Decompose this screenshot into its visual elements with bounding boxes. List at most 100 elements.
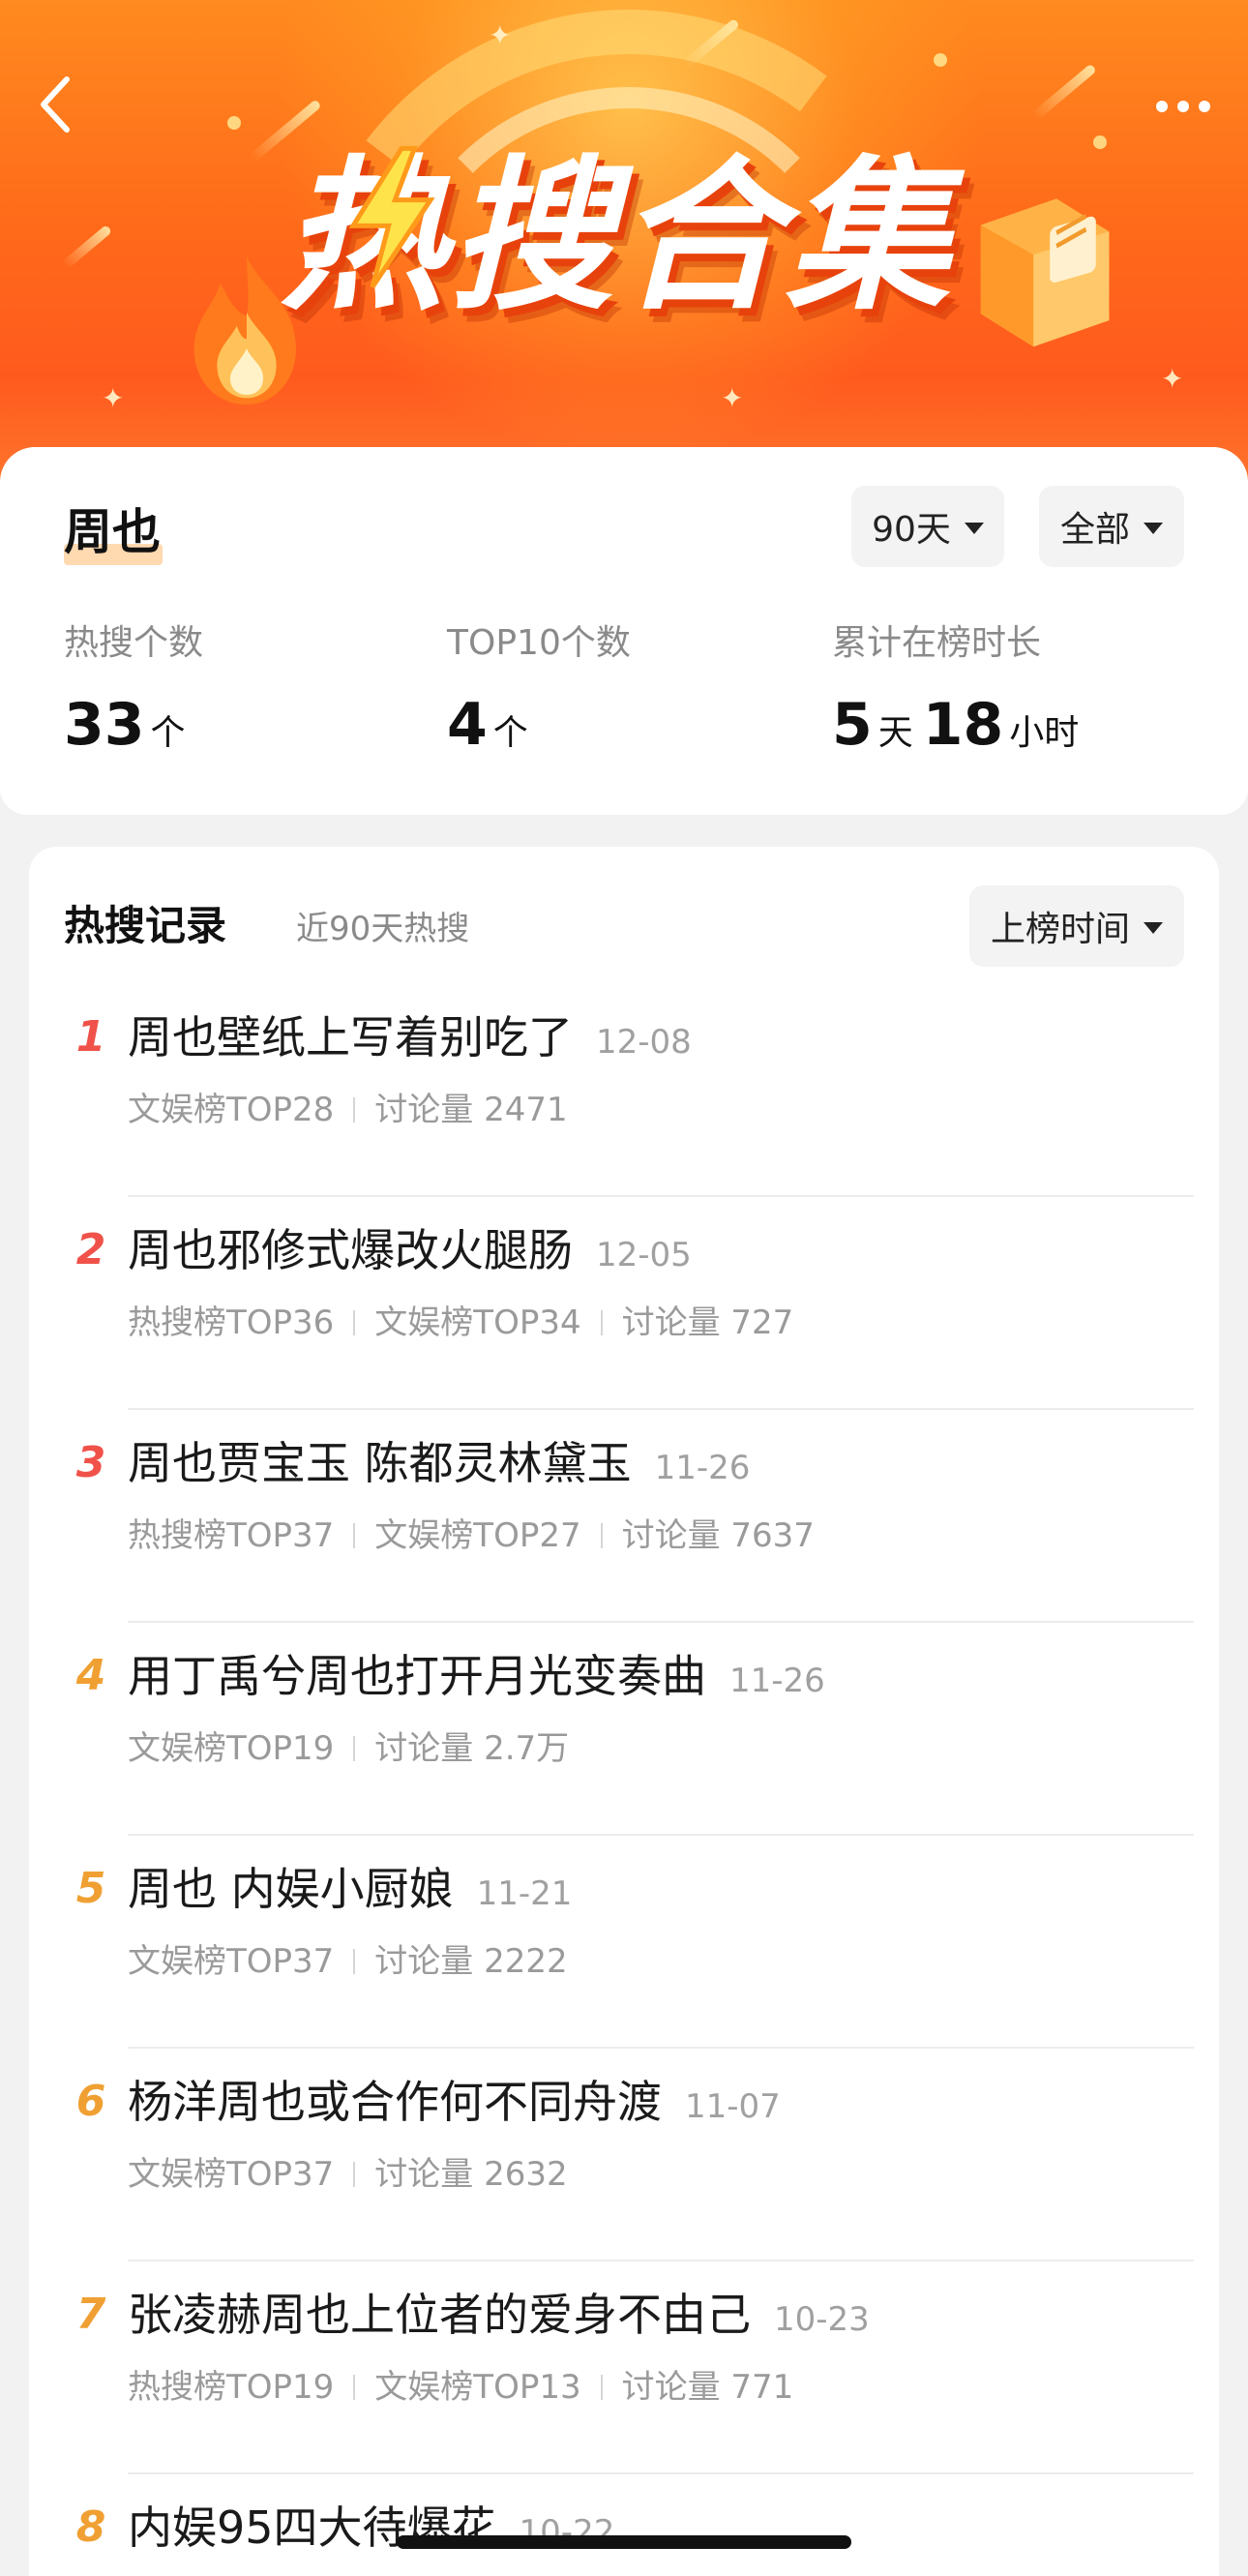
hot-search-record-item[interactable]: 2 周也邪修式爆改火腿肠 12-05 热搜榜TOP36 文娱榜TOP34 讨论量 727: [29, 1197, 1219, 1410]
caret-down-icon: [1144, 922, 1163, 934]
sort-label: 上榜时间: [990, 910, 1130, 949]
type-filter-label: 全部: [1059, 510, 1130, 550]
record-date: 11-26: [654, 1449, 751, 1487]
records-title: 热搜记录: [64, 902, 227, 949]
record-date: 11-07: [685, 2087, 781, 2126]
sparkle-icon: ✦: [489, 19, 512, 51]
meta-separator: [353, 1097, 356, 1123]
record-meta: 文娱榜TOP19 讨论量 2.7万: [128, 1724, 569, 1773]
record-title: 周也 内娱小厨娘: [128, 1863, 454, 1915]
hot-search-record-item[interactable]: 1 周也壁纸上写着别吃了 12-08 文娱榜TOP28 讨论量 2471: [29, 984, 1219, 1197]
days-filter-dropdown[interactable]: 90天: [851, 486, 1004, 567]
meta-separator: [353, 1310, 356, 1335]
stat-days-number: 5: [832, 691, 873, 759]
record-rank: 1: [75, 1012, 106, 1062]
record-tag: 讨论量 2471: [374, 1091, 568, 1129]
record-tag: 文娱榜TOP37: [128, 2155, 335, 2194]
folder-icon: [980, 198, 1110, 347]
meta-separator: [353, 1949, 356, 1974]
type-filter-dropdown[interactable]: 全部: [1039, 486, 1184, 567]
page: ✦ ✦ ✦ ✦ 热搜合集 周也 90天 全部 热搜个数 33 个 TOP10个数…: [0, 0, 1248, 2576]
stat-unit: 个: [492, 713, 528, 753]
more-dot-icon: [1199, 101, 1210, 112]
meta-separator: [353, 1736, 356, 1761]
record-date: 11-21: [476, 1874, 573, 1913]
hot-search-record-item[interactable]: 3 周也贾宝玉 陈都灵林黛玉 11-26 热搜榜TOP37 文娱榜TOP27 讨论量 76…: [29, 1410, 1219, 1623]
banner-streak: [61, 224, 113, 270]
sort-dropdown[interactable]: 上榜时间: [969, 885, 1184, 967]
sparkle-icon: ✦: [721, 382, 744, 414]
record-title: 周也邪修式爆改火腿肠: [128, 1224, 573, 1276]
record-tag: 讨论量 7637: [621, 1516, 815, 1555]
record-title: 周也贾宝玉 陈都灵林黛玉: [128, 1437, 632, 1489]
record-meta: 热搜榜TOP36 文娱榜TOP34 讨论量 727: [128, 1299, 793, 1347]
record-title-line: 张凌赫周也上位者的爱身不由己 10-23: [128, 2281, 870, 2359]
stat-number: 4: [447, 691, 488, 759]
record-title-line: 周也壁纸上写着别吃了 12-08: [128, 1003, 692, 1082]
stat-label: 累计在榜时长: [832, 623, 1042, 663]
sparkle-icon: ✦: [102, 382, 125, 414]
records-subtitle: 近90天热搜: [296, 910, 470, 948]
record-tag: 文娱榜TOP34: [374, 1303, 581, 1342]
record-title: 用丁禹兮周也打开月光变奏曲: [128, 1650, 706, 1702]
stat-hours-number: 18: [922, 691, 1004, 759]
stat-value: 33 个: [64, 691, 203, 773]
meta-separator: [600, 1310, 603, 1335]
record-date: 10-23: [774, 2300, 870, 2339]
record-date: 11-26: [729, 1662, 825, 1700]
more-button[interactable]: [1140, 77, 1227, 135]
record-tag: 讨论量 2222: [374, 1942, 568, 1981]
caret-down-icon: [964, 523, 984, 534]
header-banner: ✦ ✦ ✦ ✦ 热搜合集: [0, 0, 1248, 503]
meta-separator: [600, 1523, 603, 1548]
record-meta: 热搜榜TOP37 文娱榜TOP27 讨论量 7637: [128, 1512, 815, 1560]
hot-search-record-item[interactable]: 5 周也 内娱小厨娘 11-21 文娱榜TOP37 讨论量 2222: [29, 1836, 1219, 2049]
meta-separator: [353, 2375, 356, 2400]
stat-number: 33: [64, 691, 145, 759]
home-indicator: [397, 2535, 851, 2549]
record-rank: 3: [75, 1438, 106, 1487]
record-tag: 文娱榜TOP19: [128, 1729, 335, 1768]
caret-down-icon: [1144, 523, 1163, 534]
hot-search-record-item[interactable]: 4 用丁禹兮周也打开月光变奏曲 11-26 文娱榜TOP19 讨论量 2.7万: [29, 1623, 1219, 1836]
record-title: 张凌赫周也上位者的爱身不由己: [128, 2289, 751, 2341]
more-dot-icon: [1177, 101, 1189, 112]
stat-days-unit: 天: [877, 713, 913, 753]
stat-label: 热搜个数: [64, 623, 204, 663]
person-name: 周也: [64, 504, 161, 560]
hot-search-record-item[interactable]: 6 杨洋周也或合作何不同舟渡 11-07 文娱榜TOP37 讨论量 2632: [29, 2049, 1219, 2261]
record-title-line: 用丁禹兮周也打开月光变奏曲 11-26: [128, 1642, 825, 1721]
record-meta: 文娱榜TOP37 讨论量 2222: [128, 1937, 568, 1986]
record-title-line: 周也贾宝玉 陈都灵林黛玉 11-26: [128, 1429, 750, 1508]
record-title-line: 周也邪修式爆改火腿肠 12-05: [128, 1216, 692, 1295]
banner-sparkle-dot: [227, 116, 241, 130]
lightning-icon: [348, 145, 435, 289]
record-title-line: 内娱95四大待爆花 10-22: [128, 2494, 614, 2572]
stat-hours-unit: 小时: [1009, 713, 1080, 753]
banner-sparkle-dot: [934, 53, 947, 67]
back-button[interactable]: [21, 66, 89, 143]
stat-label: TOP10个数: [447, 623, 631, 663]
hot-search-record-item[interactable]: 7 张凌赫周也上位者的爱身不由己 10-23 热搜榜TOP19 文娱榜TOP13 讨论量 …: [29, 2261, 1219, 2474]
sparkle-icon: ✦: [1161, 363, 1184, 395]
record-tag: 文娱榜TOP13: [374, 2368, 581, 2407]
stat-total-duration: 累计在榜时长 5 天 18 小时: [832, 619, 1088, 773]
stat-value: 5 天 18 小时: [832, 691, 1088, 773]
record-rank: 2: [75, 1225, 106, 1274]
record-rank: 6: [75, 2077, 106, 2126]
more-dot-icon: [1156, 101, 1168, 112]
chevron-left-icon: [41, 76, 70, 133]
record-title-line: 杨洋周也或合作何不同舟渡 11-07: [128, 2068, 781, 2146]
record-tag: 热搜榜TOP36: [128, 1303, 335, 1342]
banner-sparkle-dot: [1093, 135, 1107, 149]
meta-separator: [600, 2375, 603, 2400]
record-title: 杨洋周也或合作何不同舟渡: [128, 2076, 662, 2128]
record-meta: 文娱榜TOP37 讨论量 2632: [128, 2150, 568, 2199]
person-name-wrap: 周也: [64, 494, 163, 571]
meta-separator: [353, 2162, 356, 2187]
meta-separator: [353, 1523, 356, 1548]
record-date: 12-05: [596, 1236, 692, 1274]
record-rank: 4: [75, 1651, 106, 1700]
hot-search-record-item[interactable]: 8 内娱95四大待爆花 10-22: [29, 2474, 1219, 2576]
record-meta: 热搜榜TOP19 文娱榜TOP13 讨论量 771: [128, 2363, 793, 2411]
